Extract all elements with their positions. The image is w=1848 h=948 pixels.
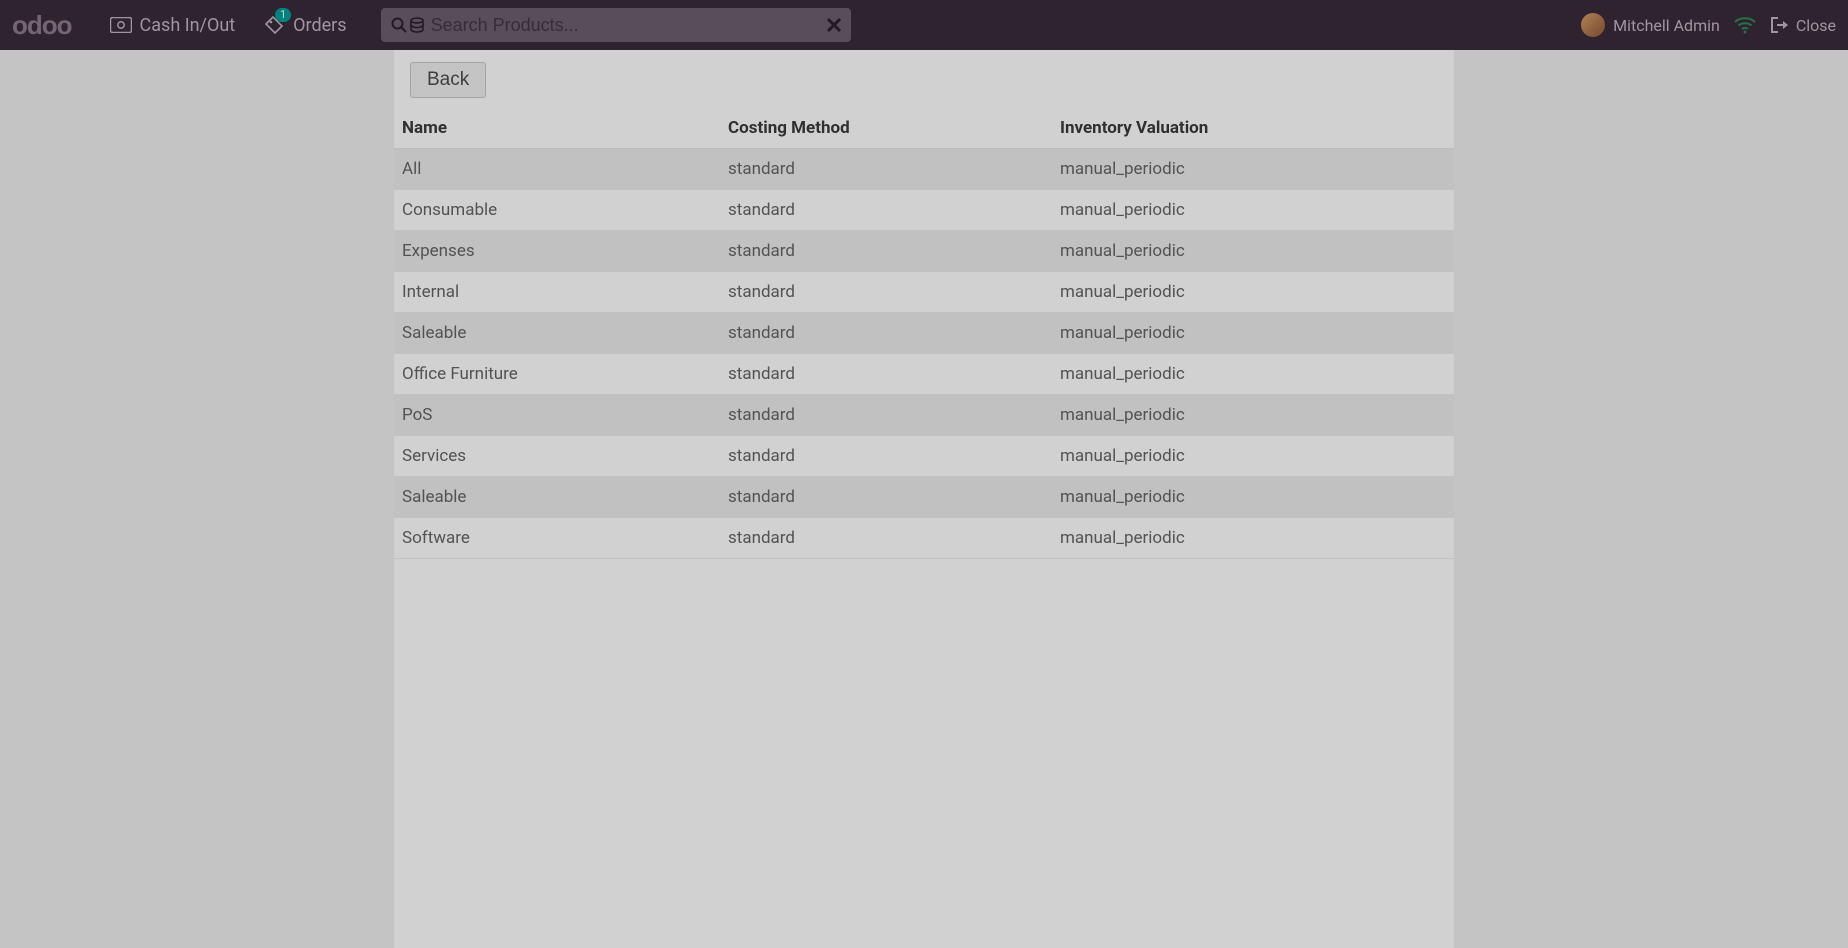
col-header-valuation[interactable]: Inventory Valuation — [1052, 108, 1454, 149]
clear-search-icon[interactable] — [827, 18, 841, 32]
table-row[interactable]: PoSstandardmanual_periodic — [394, 395, 1454, 436]
table-row[interactable]: Office Furniturestandardmanual_periodic — [394, 354, 1454, 395]
page-body: Back Name Costing Method Inventory Valua… — [0, 50, 1848, 948]
close-label: Close — [1796, 16, 1836, 35]
content-panel: Back Name Costing Method Inventory Valua… — [394, 50, 1454, 948]
col-header-name[interactable]: Name — [394, 108, 720, 149]
orders-button[interactable]: 1 Orders — [263, 14, 346, 36]
cell-name: Expenses — [394, 231, 720, 272]
cash-icon — [110, 14, 132, 36]
cell-name: Saleable — [394, 477, 720, 518]
col-header-costing[interactable]: Costing Method — [720, 108, 1052, 149]
cell-valuation: manual_periodic — [1052, 518, 1454, 559]
table-row[interactable]: Saleablestandardmanual_periodic — [394, 313, 1454, 354]
avatar — [1581, 13, 1605, 37]
cell-name: Consumable — [394, 190, 720, 231]
table-row[interactable]: Softwarestandardmanual_periodic — [394, 518, 1454, 559]
table-row[interactable]: Internalstandardmanual_periodic — [394, 272, 1454, 313]
cell-valuation: manual_periodic — [1052, 149, 1454, 190]
cash-in-out-button[interactable]: Cash In/Out — [110, 14, 236, 36]
table-row[interactable]: Servicesstandardmanual_periodic — [394, 436, 1454, 477]
tag-icon: 1 — [263, 14, 285, 36]
cell-name: PoS — [394, 395, 720, 436]
cell-costing: standard — [720, 313, 1052, 354]
brand-logo[interactable]: odoo — [12, 10, 72, 41]
topbar: odoo Cash In/Out 1 Orders Mitchell Admin — [0, 0, 1848, 50]
cell-valuation: manual_periodic — [1052, 477, 1454, 518]
table-row[interactable]: Saleablestandardmanual_periodic — [394, 477, 1454, 518]
user-name: Mitchell Admin — [1613, 16, 1720, 35]
database-icon — [409, 17, 425, 33]
close-button[interactable]: Close — [1770, 16, 1836, 35]
search-icon — [391, 17, 407, 33]
search-input[interactable] — [431, 15, 827, 36]
table-row[interactable]: Consumablestandardmanual_periodic — [394, 190, 1454, 231]
categories-table: Name Costing Method Inventory Valuation … — [394, 108, 1454, 559]
cell-valuation: manual_periodic — [1052, 354, 1454, 395]
cell-name: All — [394, 149, 720, 190]
table-row[interactable]: Expensesstandardmanual_periodic — [394, 231, 1454, 272]
wifi-icon — [1734, 16, 1756, 34]
user-menu[interactable]: Mitchell Admin — [1581, 13, 1720, 37]
cell-costing: standard — [720, 149, 1052, 190]
table-row[interactable]: Allstandardmanual_periodic — [394, 149, 1454, 190]
orders-badge: 1 — [275, 8, 291, 22]
cell-costing: standard — [720, 354, 1052, 395]
cell-costing: standard — [720, 231, 1052, 272]
cell-name: Internal — [394, 272, 720, 313]
cell-valuation: manual_periodic — [1052, 272, 1454, 313]
cell-name: Office Furniture — [394, 354, 720, 395]
cell-valuation: manual_periodic — [1052, 395, 1454, 436]
cell-costing: standard — [720, 518, 1052, 559]
cell-name: Services — [394, 436, 720, 477]
cell-valuation: manual_periodic — [1052, 231, 1454, 272]
cell-name: Software — [394, 518, 720, 559]
orders-label: Orders — [293, 15, 346, 36]
cell-costing: standard — [720, 395, 1052, 436]
cell-costing: standard — [720, 477, 1052, 518]
cell-costing: standard — [720, 272, 1052, 313]
cell-costing: standard — [720, 190, 1052, 231]
search-box[interactable] — [381, 8, 851, 42]
cell-valuation: manual_periodic — [1052, 313, 1454, 354]
cell-name: Saleable — [394, 313, 720, 354]
back-button[interactable]: Back — [410, 62, 486, 98]
cell-valuation: manual_periodic — [1052, 190, 1454, 231]
cash-label: Cash In/Out — [140, 15, 236, 36]
cell-costing: standard — [720, 436, 1052, 477]
signout-icon — [1770, 16, 1790, 34]
cell-valuation: manual_periodic — [1052, 436, 1454, 477]
